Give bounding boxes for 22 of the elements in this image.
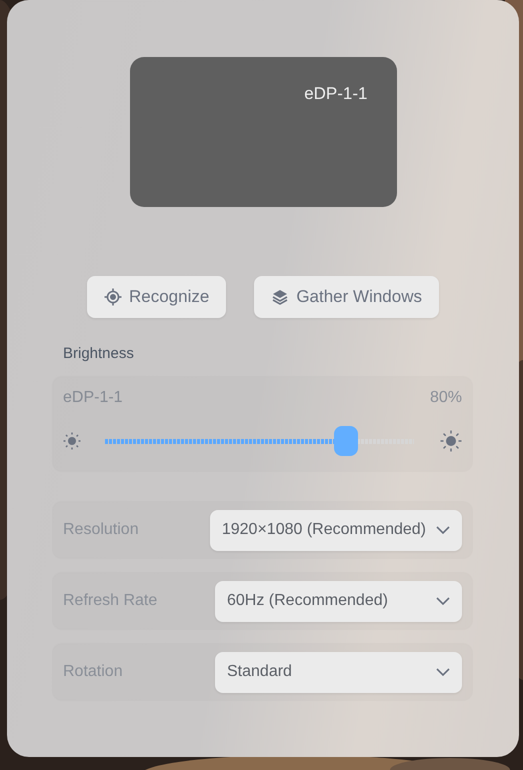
chevron-down-icon [436, 668, 450, 676]
gather-windows-button[interactable]: Gather Windows [254, 276, 439, 318]
brightness-high-icon [440, 430, 462, 452]
layers-icon [271, 288, 290, 306]
monitor-label: eDP-1-1 [63, 390, 123, 406]
target-icon [104, 288, 122, 306]
setting-dropdown[interactable]: 1920×1080 (Recommended) [210, 510, 462, 550]
brightness-heading: Brightness [63, 346, 135, 361]
slider-thumb[interactable] [334, 426, 358, 456]
setting-label: Resolution [63, 520, 139, 540]
setting-label: Rotation [63, 662, 123, 682]
setting-dropdown[interactable]: Standard [215, 652, 462, 692]
chevron-down-icon [436, 597, 450, 605]
monitor-name: eDP-1-1 [304, 85, 368, 102]
brightness-slider[interactable] [105, 426, 414, 456]
setting-label: Refresh Rate [63, 591, 158, 611]
brightness-value: 80% [430, 390, 462, 406]
recognize-button[interactable]: Recognize [87, 276, 226, 318]
chevron-down-icon [436, 526, 450, 534]
monitor-preview[interactable]: eDP-1-1 [130, 57, 396, 207]
setting-dropdown[interactable]: 60Hz (Recommended) [215, 580, 462, 622]
brightness-low-icon [63, 432, 81, 450]
